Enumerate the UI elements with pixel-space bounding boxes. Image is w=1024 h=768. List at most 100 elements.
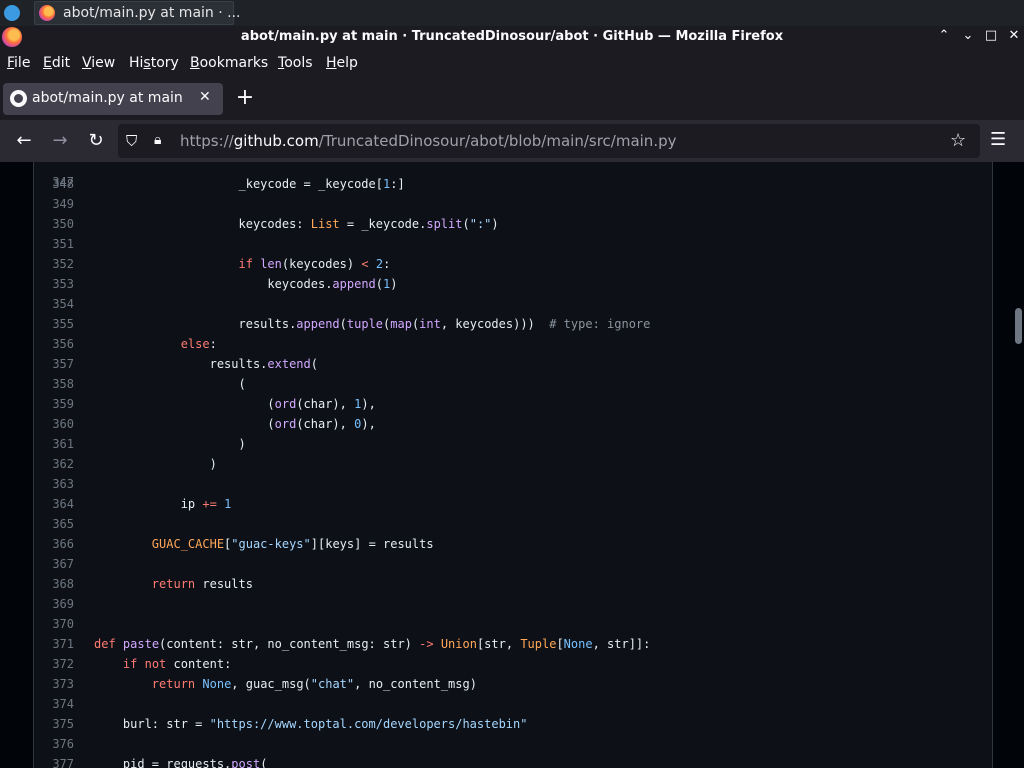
line-number: 349	[52, 197, 74, 211]
code-line: 369	[34, 594, 992, 614]
url-text[interactable]: https://github.com/TruncatedDinosour/abo…	[180, 132, 676, 150]
hamburger-menu-icon[interactable]: ☰	[990, 129, 1006, 150]
page-content: 347 348 _keycode = _keycode[1:] 349 350 ke…	[0, 162, 1024, 768]
code-text: if not content:	[122, 657, 232, 671]
code-text: if len(keycodes) < 2:	[238, 257, 391, 271]
code-line: 364 ip += 1	[34, 494, 992, 514]
menu-edit[interactable]: Edit	[43, 55, 70, 71]
menu-tools[interactable]: Tools	[278, 55, 313, 71]
close-window-icon[interactable]: ✕	[1004, 28, 1024, 43]
line-number: 356	[52, 337, 74, 351]
close-tab-icon[interactable]: ✕	[199, 89, 211, 105]
code-line: 360 (ord(char), 0),	[34, 414, 992, 434]
line-number: 353	[52, 277, 74, 291]
minimize-icon[interactable]: ⌄	[958, 28, 978, 43]
code-text: (ord(char), 0),	[94, 417, 376, 431]
line-number: 361	[52, 437, 74, 451]
scrollbar[interactable]	[1013, 162, 1024, 768]
window-titlebar: abot/main.py at main · TruncatedDinosour…	[0, 26, 1024, 50]
code-line: 363	[34, 474, 992, 494]
code-line: 347	[34, 162, 992, 189]
code-text: else:	[180, 337, 217, 351]
line-number: 350	[52, 217, 74, 231]
maximize-icon[interactable]: □	[981, 28, 1001, 43]
code-text: _keycode = _keycode[1:]	[94, 177, 405, 191]
code-text: def paste(content: str, no_content_msg: …	[94, 637, 651, 651]
code-line: 361 )	[34, 434, 992, 454]
menu-help[interactable]: Help	[326, 55, 358, 71]
line-number: 365	[52, 517, 74, 531]
code-line: 368 return results	[34, 574, 992, 594]
line-number: 371	[52, 637, 74, 651]
code-line: 353 keycodes.append(1)	[34, 274, 992, 294]
github-icon	[10, 90, 27, 107]
code-line: 354	[34, 294, 992, 314]
line-number: 368	[52, 577, 74, 591]
firefox-icon	[39, 5, 55, 21]
line-number: 360	[52, 417, 74, 431]
menu-file[interactable]: File	[7, 55, 30, 71]
line-number: 373	[52, 677, 74, 691]
line-number: 354	[52, 297, 74, 311]
code-line: 372 if not content:	[34, 654, 992, 674]
line-number: 359	[52, 397, 74, 411]
code-text: )	[94, 437, 246, 451]
code-line: 365	[34, 514, 992, 534]
code-text: keycodes: List = _keycode.split(":")	[94, 217, 499, 231]
code-text: GUAC_CACHE["guac-keys"][keys] = results	[151, 537, 434, 551]
line-number: 374	[52, 697, 74, 711]
line-number: 370	[52, 617, 74, 631]
new-tab-button[interactable]: +	[233, 86, 257, 110]
back-icon[interactable]: ←	[12, 129, 36, 153]
taskbar-firefox-window[interactable]: abot/main.py at main · ...	[34, 1, 241, 25]
code-text: (	[94, 377, 246, 391]
code-text: return results	[151, 577, 253, 591]
code-line: 371 def paste(content: str, no_content_ms…	[34, 634, 992, 654]
window-shade-icon[interactable]: ⌃	[934, 28, 954, 43]
code-text: burl: str = "https://www.toptal.com/deve…	[94, 717, 528, 731]
code-line: 351	[34, 234, 992, 254]
line-number: 375	[52, 717, 74, 731]
menu-view[interactable]: View	[82, 55, 115, 71]
code-line: 370	[34, 614, 992, 634]
code-line: 362 )	[34, 454, 992, 474]
reload-icon[interactable]: ↻	[84, 129, 108, 153]
bookmark-star-icon[interactable]: ☆	[950, 130, 966, 151]
code-line: 348 _keycode = _keycode[1:]	[34, 174, 992, 194]
code-text: pid = requests.post(	[94, 757, 268, 768]
menu-bar: File Edit View History Bookmarks Tools H…	[0, 50, 1024, 78]
shield-icon[interactable]: ⛉	[126, 132, 137, 150]
code-line: 355 results.append(tuple(map(int, keycod…	[34, 314, 992, 334]
code-line: 352 if len(keycodes) < 2:	[34, 254, 992, 274]
forward-icon[interactable]: →	[48, 129, 72, 153]
line-number: 367	[52, 557, 74, 571]
code-line: 357 results.extend(	[34, 354, 992, 374]
line-number: 363	[52, 477, 74, 491]
line-number: 366	[52, 537, 74, 551]
bird-app-icon[interactable]	[4, 5, 20, 21]
code-line: 367	[34, 554, 992, 574]
menu-bookmarks[interactable]: Bookmarks	[190, 55, 268, 71]
scrollbar-thumb[interactable]	[1015, 308, 1022, 344]
code-line: 377 pid = requests.post(	[34, 754, 992, 768]
code-text: )	[94, 457, 217, 471]
lock-icon[interactable]: 🔒︎	[154, 132, 161, 148]
taskbar: abot/main.py at main · ...	[0, 0, 1024, 26]
line-number: 372	[52, 657, 74, 671]
code-text: return None, guac_msg("chat", no_content…	[151, 677, 477, 691]
code-line: 373 return None, guac_msg("chat", no_con…	[34, 674, 992, 694]
line-number: 355	[52, 317, 74, 331]
code-line: 359 (ord(char), 1),	[34, 394, 992, 414]
code-text: results.append(tuple(map(int, keycodes))…	[94, 317, 651, 331]
line-number: 376	[52, 737, 74, 751]
menu-history[interactable]: History	[129, 55, 179, 71]
code-text: ip += 1	[94, 497, 232, 511]
line-number: 377	[52, 757, 74, 768]
line-number: 348	[52, 177, 74, 191]
line-number: 357	[52, 357, 74, 371]
code-line: 375 burl: str = "https://www.toptal.com/…	[34, 714, 992, 734]
url-bar[interactable]: ⛉ 🔒︎ https://github.com/TruncatedDinosou…	[118, 124, 980, 158]
line-number: 362	[52, 457, 74, 471]
code-line: 366 GUAC_CACHE["guac-keys"][keys] = resu…	[34, 534, 992, 554]
tab-abot-main[interactable]: abot/main.py at main · Tr ✕	[3, 83, 223, 115]
